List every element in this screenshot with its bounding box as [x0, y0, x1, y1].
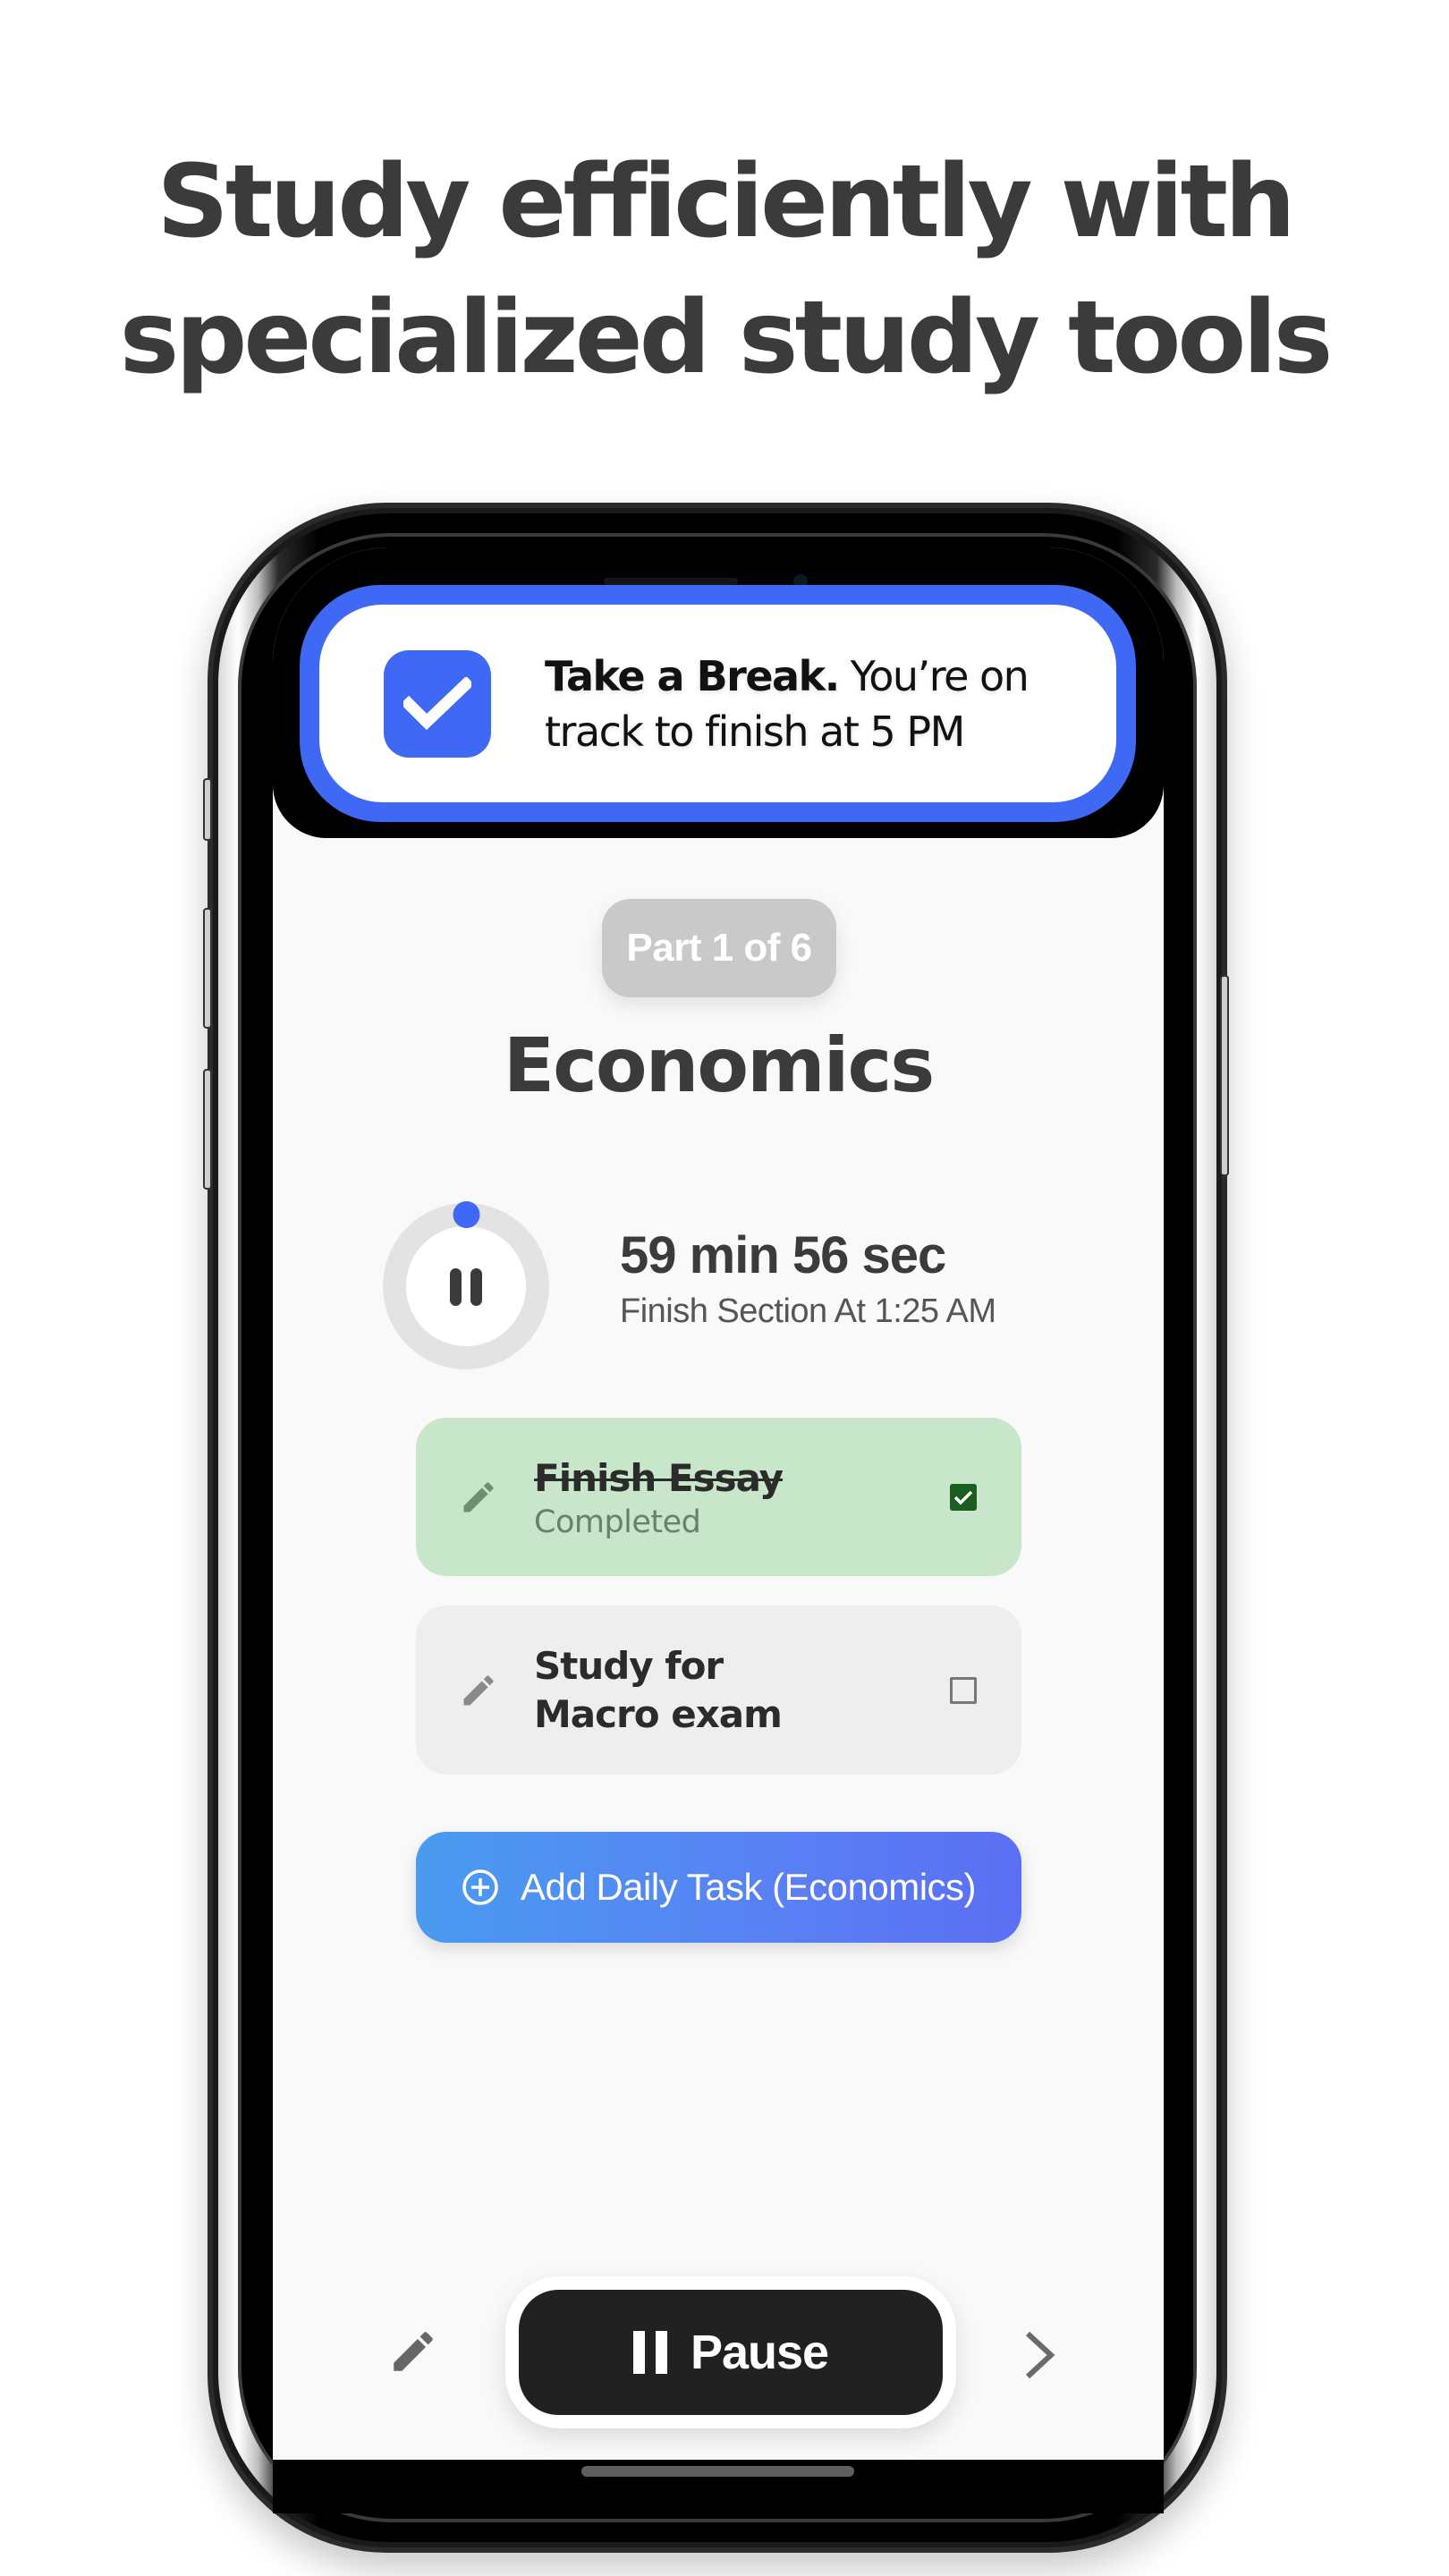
part-badge: Part 1 of 6 [602, 899, 836, 997]
phone-screen: Take a Break. You’re on track to finish … [273, 547, 1164, 2460]
check-square-icon [384, 649, 491, 758]
time-remaining: 59 min 56 sec [620, 1226, 946, 1284]
headline-line-1: Study efficiently with [0, 134, 1449, 270]
pause-label: Pause [690, 2326, 829, 2379]
timer-ring-svg [383, 1201, 549, 1369]
marketing-headline: Study efficiently with specialized study… [0, 134, 1449, 406]
break-notification[interactable]: Take a Break. You’re on track to finish … [300, 585, 1136, 822]
volume-down-button [203, 1069, 212, 1190]
subject-title: Economics [503, 1021, 936, 1109]
task-checkbox-checked[interactable] [950, 1483, 977, 1511]
volume-up-button [203, 908, 212, 1029]
task-texts: Study for Macro exam [534, 1642, 950, 1739]
notification-body: Take a Break. You’re on track to finish … [319, 605, 1116, 802]
plus-circle-icon [462, 1869, 498, 1905]
headline-highlight-1: Study efficiently [157, 134, 1033, 270]
timer-ring-center [406, 1226, 526, 1346]
task-status: Completed [534, 1504, 701, 1540]
chevron-right-icon[interactable] [1022, 2330, 1058, 2380]
pencil-icon[interactable] [459, 1478, 498, 1517]
power-button [1220, 975, 1229, 1176]
speaker-grille [604, 578, 738, 585]
check-icon [953, 1490, 973, 1504]
pencil-icon[interactable] [459, 1671, 498, 1710]
pause-icon [632, 2331, 667, 2374]
timer-progress-knob [453, 1201, 480, 1228]
notification-text: Take a Break. You’re on track to finish … [545, 648, 1116, 759]
home-indicator[interactable] [581, 2466, 854, 2477]
finish-time: Finish Section At 1:25 AM [620, 1292, 996, 1330]
task-texts: Finish Essay Completed [534, 1454, 950, 1540]
task-checkbox-unchecked[interactable] [950, 1676, 977, 1704]
pause-button[interactable]: Pause [519, 2290, 943, 2415]
headline-highlight-2: study tools [738, 270, 1333, 406]
notification-bold-text: Take a Break. [545, 651, 840, 700]
edit-pencil-icon[interactable] [387, 2326, 439, 2377]
task-item[interactable]: Finish Essay Completed [416, 1418, 1021, 1576]
timer-pause-button[interactable] [380, 1200, 552, 1372]
headline-text-1: with [1029, 144, 1296, 260]
task-title: Study for Macro exam [534, 1643, 783, 1736]
task-title: Finish Essay [534, 1455, 784, 1500]
task-item[interactable]: Study for Macro exam [416, 1606, 1021, 1775]
timer-info: 59 min 56 sec Finish Section At 1:25 AM [620, 1225, 996, 1331]
add-daily-task-button[interactable]: Add Daily Task (Economics) [416, 1832, 1021, 1943]
headline-line-2: specialized study tools [0, 270, 1449, 406]
add-task-label: Add Daily Task (Economics) [520, 1866, 977, 1908]
mute-switch [203, 778, 212, 841]
headline-text-2: specialized [119, 280, 739, 396]
